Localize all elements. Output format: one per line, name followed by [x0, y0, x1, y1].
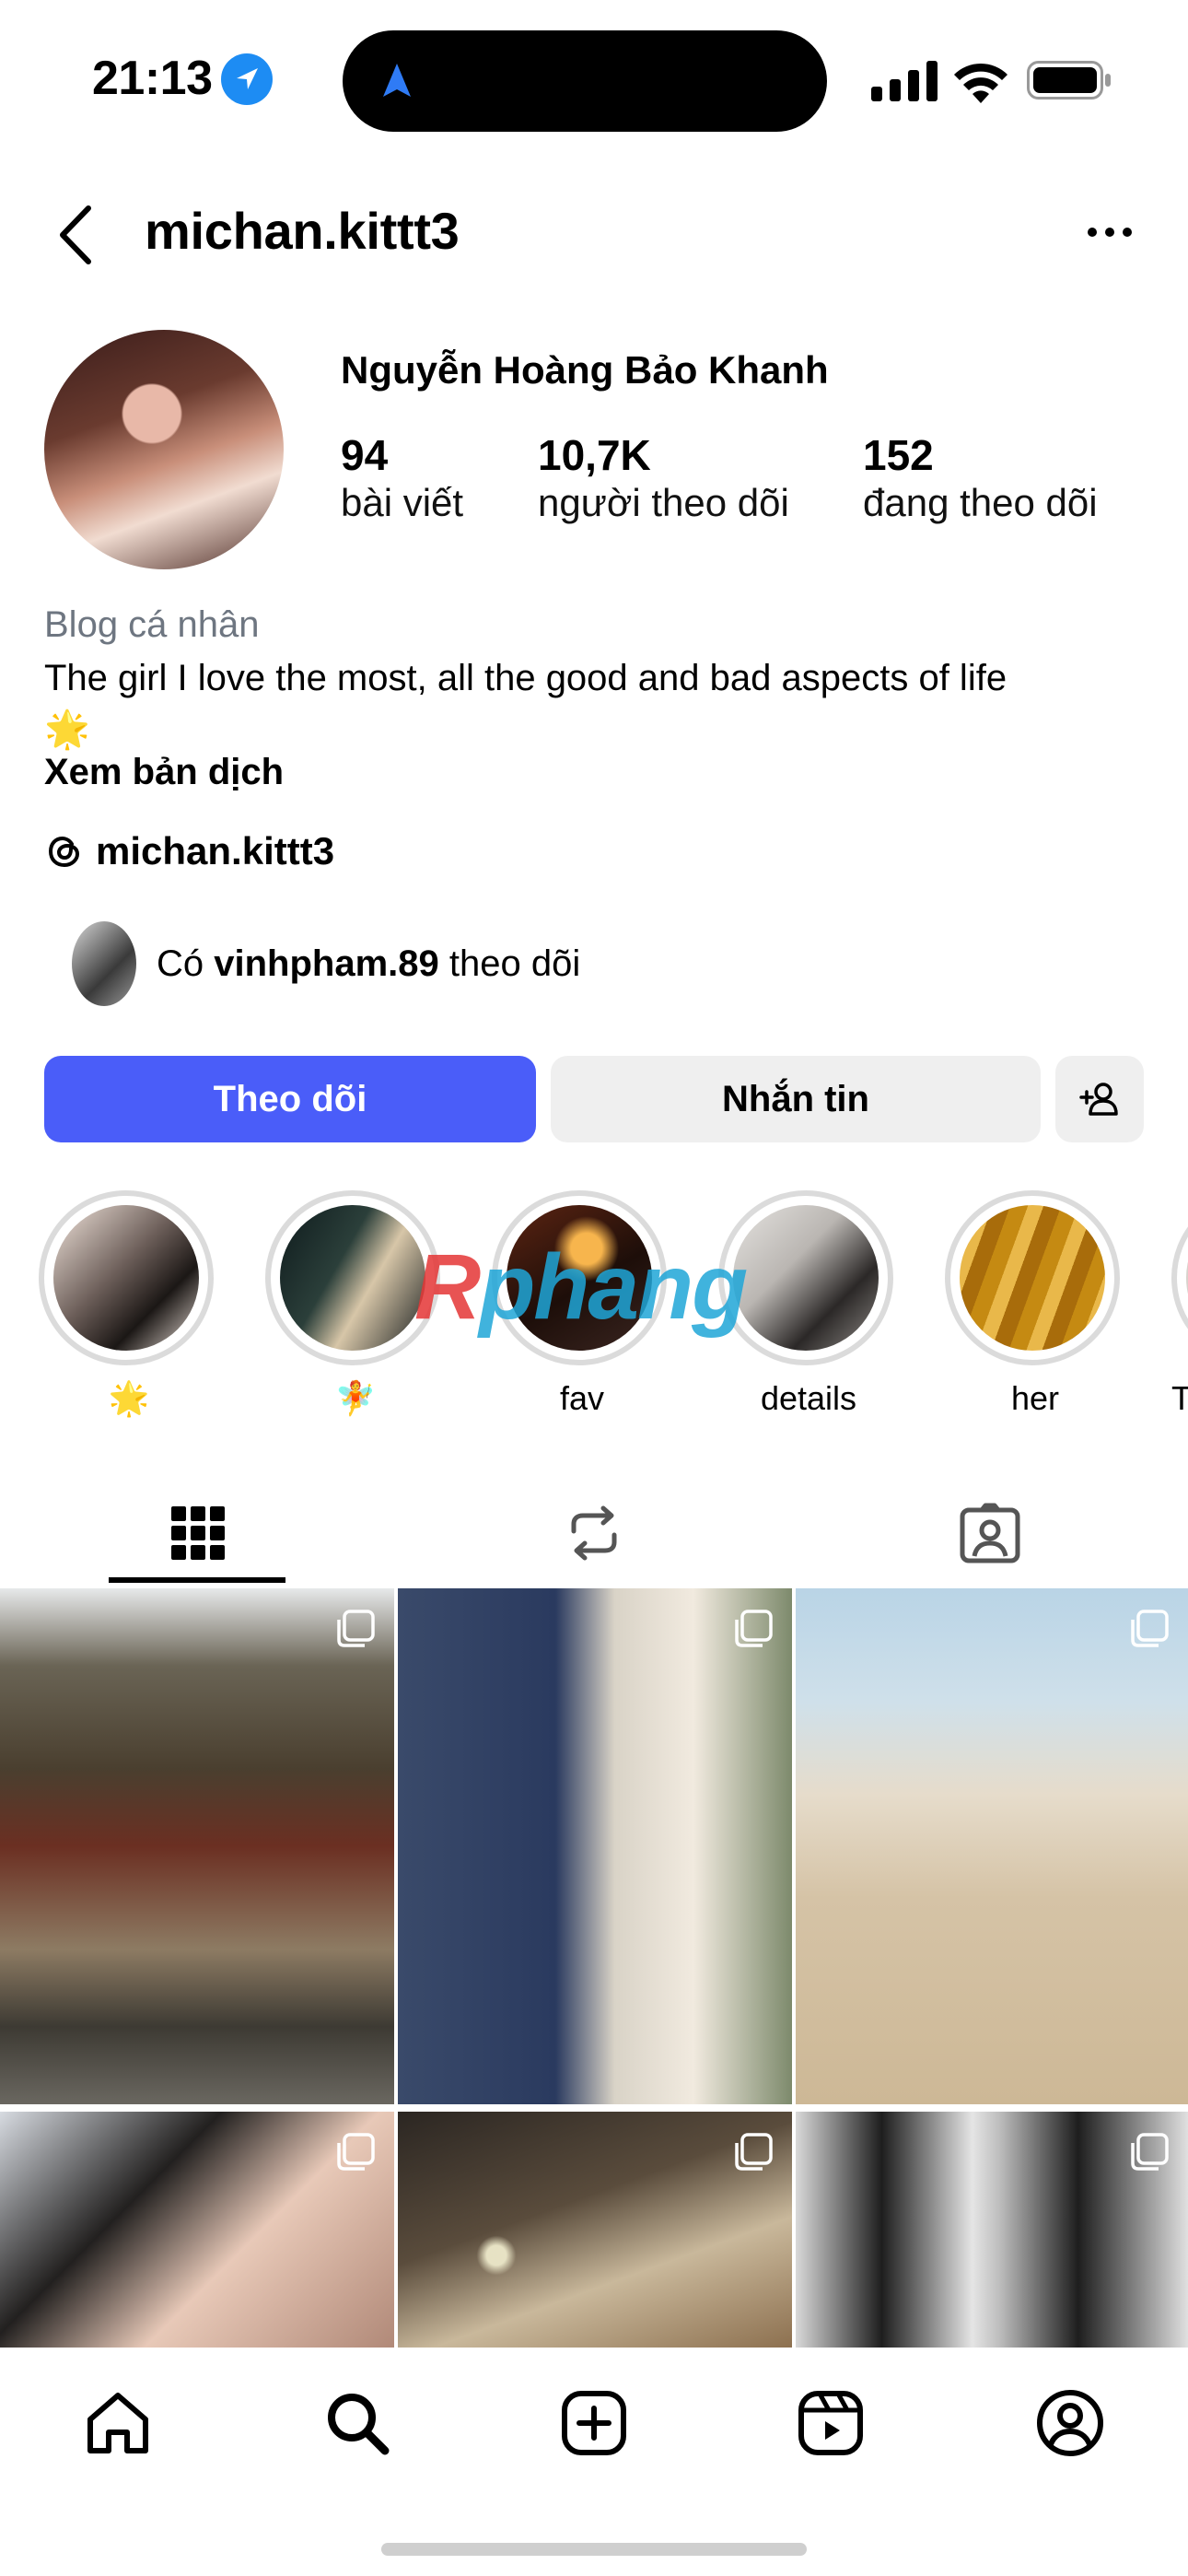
follow-button[interactable]: Theo dõi: [44, 1056, 536, 1142]
add-user-icon: [1079, 1083, 1118, 1116]
multiple-photos-icon: [337, 1610, 375, 1647]
wifi-icon: [954, 63, 1007, 103]
mutual-suffix: theo dõi: [448, 943, 581, 984]
post-thumbnail[interactable]: [796, 1588, 1188, 2104]
highlight-cover: [280, 1205, 425, 1351]
profile-category: Blog cá nhân: [44, 604, 260, 645]
followers-count[interactable]: 10,7K người theo dõi: [538, 431, 789, 527]
watermark-logo: Rphang: [414, 1235, 748, 1339]
highlight-label: 🧚: [334, 1379, 377, 1417]
battery-icon: [1027, 61, 1111, 100]
stat-value: 94: [341, 431, 389, 479]
status-time: 21:13: [92, 52, 213, 105]
highlight-label: 🌟: [108, 1379, 150, 1417]
highlight-label: T: [1171, 1379, 1188, 1417]
mutual-prefix: Có: [157, 943, 204, 984]
post-thumbnail[interactable]: [398, 1588, 792, 2104]
bio-emoji: 🌟: [44, 709, 90, 750]
more-horizontal-icon[interactable]: [1087, 221, 1133, 243]
tab-tagged[interactable]: [792, 1478, 1188, 1588]
highlight-label: details: [760, 1379, 857, 1417]
mutual-username: vinhpham.89: [214, 943, 439, 984]
profile-full-name: Nguyễn Hoàng Bảo Khanh: [341, 348, 829, 392]
post-thumbnail[interactable]: [0, 2112, 394, 2348]
profile-avatar[interactable]: [44, 330, 284, 569]
home-icon[interactable]: [81, 2386, 155, 2460]
highlight-cover: [960, 1205, 1105, 1351]
highlight-item[interactable]: T: [1171, 1190, 1188, 1419]
grid-icon: [171, 1506, 225, 1560]
stat-value: 10,7K: [538, 431, 651, 479]
add-user-button[interactable]: [1055, 1056, 1144, 1142]
post-thumbnail[interactable]: [796, 2112, 1188, 2348]
stat-label: bài viết: [341, 481, 464, 524]
profile-icon[interactable]: [1033, 2386, 1107, 2460]
multiple-photos-icon: [337, 2133, 375, 2171]
stat-label: đang theo dõi: [863, 481, 1098, 524]
dynamic-island: [343, 30, 827, 132]
bio-text: The girl I love the most, all the good a…: [44, 658, 1007, 698]
posts-count[interactable]: 94 bài viết: [341, 431, 463, 527]
following-count[interactable]: 152 đang theo dõi: [863, 431, 1098, 527]
mutual-followers-text: Có vinhpham.89 theo dõi: [157, 943, 580, 985]
active-tab-indicator: [109, 1577, 285, 1583]
highlight-label: fav: [559, 1379, 605, 1417]
highlight-cover: [733, 1205, 879, 1351]
post-thumbnail[interactable]: [398, 2112, 792, 2348]
cellular-signal-icon: [871, 61, 938, 101]
location-arrow-icon: [221, 53, 273, 105]
reels-icon[interactable]: [794, 2386, 868, 2460]
see-translation-link[interactable]: Xem bản dịch: [44, 752, 284, 793]
reposts-icon: [571, 1505, 617, 1561]
status-bar: 21:13: [0, 0, 1188, 157]
tagged-icon: [960, 1503, 1020, 1563]
multiple-photos-icon: [735, 1610, 773, 1647]
threads-handle: michan.kittt3: [96, 829, 335, 872]
profile-bio: The girl I love the most, all the good a…: [44, 652, 1149, 755]
search-icon[interactable]: [320, 2386, 394, 2460]
create-icon[interactable]: [557, 2386, 631, 2460]
bottom-navigation: [0, 2348, 1188, 2576]
profile-username: michan.kittt3: [145, 202, 460, 260]
multiple-photos-icon: [1131, 2133, 1169, 2171]
mutual-follower-avatar: [72, 921, 136, 1006]
tab-posts-grid[interactable]: [0, 1478, 396, 1588]
highlight-item[interactable]: 🌟: [39, 1190, 219, 1419]
post-thumbnail[interactable]: [0, 1588, 394, 2104]
message-button[interactable]: Nhắn tin: [551, 1056, 1041, 1142]
tab-reposts[interactable]: [396, 1478, 792, 1588]
multiple-photos-icon: [1131, 1610, 1169, 1647]
mutual-followers[interactable]: Có vinhpham.89 theo dõi: [72, 921, 580, 1006]
highlight-label: her: [1010, 1379, 1060, 1417]
navigation-arrow-icon: [383, 64, 411, 97]
profile-tabs: [0, 1478, 1188, 1588]
stat-label: người theo dõi: [538, 481, 789, 524]
posts-grid: [0, 1588, 1188, 2348]
chevron-left-icon[interactable]: [55, 203, 96, 267]
highlight-item[interactable]: her: [945, 1190, 1125, 1419]
threads-icon: [48, 836, 80, 868]
stat-value: 152: [863, 431, 934, 479]
multiple-photos-icon: [735, 2133, 773, 2171]
home-indicator: [381, 2543, 807, 2556]
highlight-cover: [53, 1205, 199, 1351]
threads-link[interactable]: michan.kittt3: [44, 825, 334, 877]
